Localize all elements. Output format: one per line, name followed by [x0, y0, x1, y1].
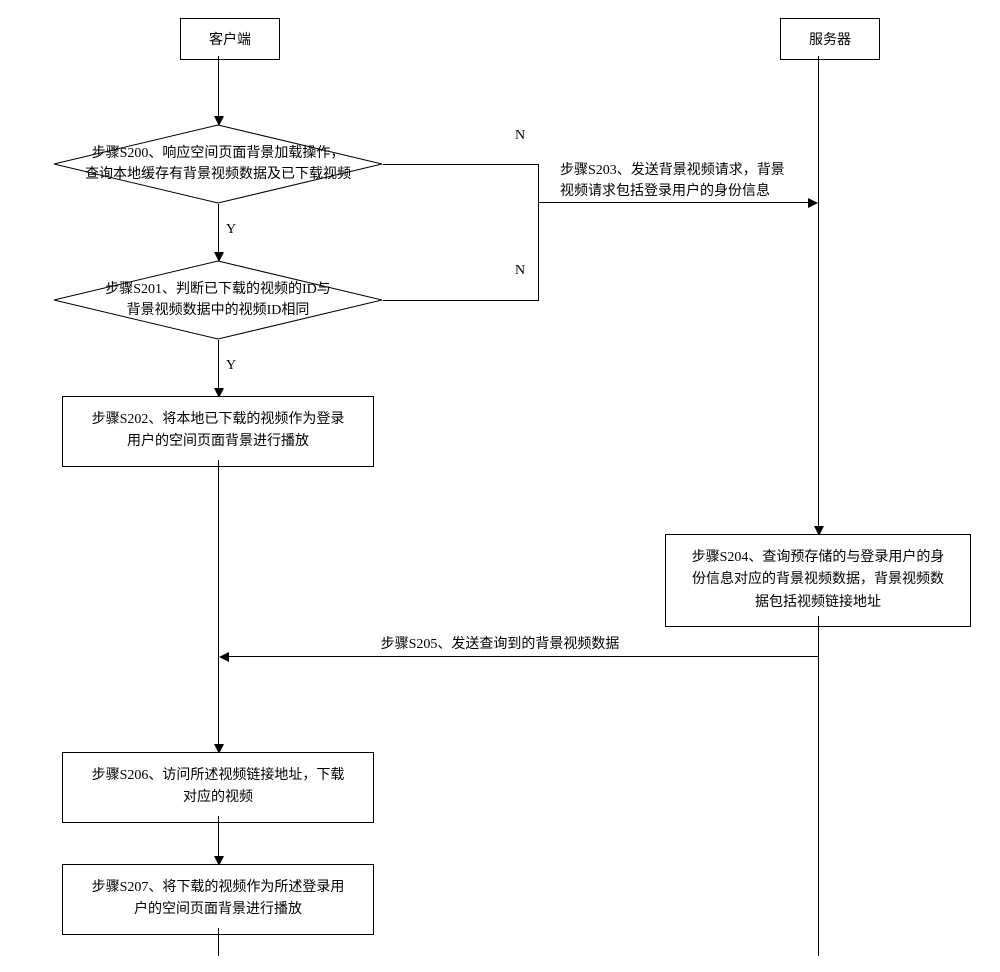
line [218, 816, 219, 858]
s201-n-label: N [515, 263, 525, 279]
server-lifeline-lower [818, 656, 819, 956]
s200-y-label: Y [226, 222, 236, 238]
s205-message: 步骤S205、发送查询到的背景视频数据 [340, 634, 660, 655]
s200-n-label: N [515, 128, 525, 144]
line [218, 204, 219, 254]
line [818, 616, 819, 656]
line [538, 202, 539, 301]
s200-text: 步骤S200、响应空间页面背景加载操作，查询本地缓存有背景视频数据及已下载视频 [53, 143, 383, 185]
s204-process: 步骤S204、查询预存储的与登录用户的身份信息对应的背景视频数据，背景视频数据包… [665, 534, 971, 627]
line [383, 300, 538, 301]
s201-text: 步骤S201、判断已下载的视频的ID与背景视频数据中的视频ID相同 [53, 279, 383, 321]
s206-process: 步骤S206、访问所述视频链接地址，下载对应的视频 [62, 752, 374, 823]
line [383, 164, 538, 165]
s201-y-label: Y [226, 358, 236, 374]
client-lane-header: 客户端 [180, 18, 280, 60]
arrow [219, 652, 229, 662]
line [218, 340, 219, 390]
line [228, 656, 818, 657]
line [218, 928, 219, 956]
line [538, 202, 810, 203]
line [218, 460, 219, 746]
server-lane-header: 服务器 [780, 18, 880, 60]
s202-process: 步骤S202、将本地已下载的视频作为登录用户的空间页面背景进行播放 [62, 396, 374, 467]
s201-decision: 步骤S201、判断已下载的视频的ID与背景视频数据中的视频ID相同 [53, 260, 383, 340]
s207-process: 步骤S207、将下载的视频作为所述登录用户的空间页面背景进行播放 [62, 864, 374, 935]
server-lifeline [818, 56, 819, 528]
s200-decision: 步骤S200、响应空间页面背景加载操作，查询本地缓存有背景视频数据及已下载视频 [53, 124, 383, 204]
line [218, 56, 219, 118]
line [538, 164, 539, 202]
s203-message: 步骤S203、发送背景视频请求，背景视频请求包括登录用户的身份信息 [560, 160, 850, 202]
